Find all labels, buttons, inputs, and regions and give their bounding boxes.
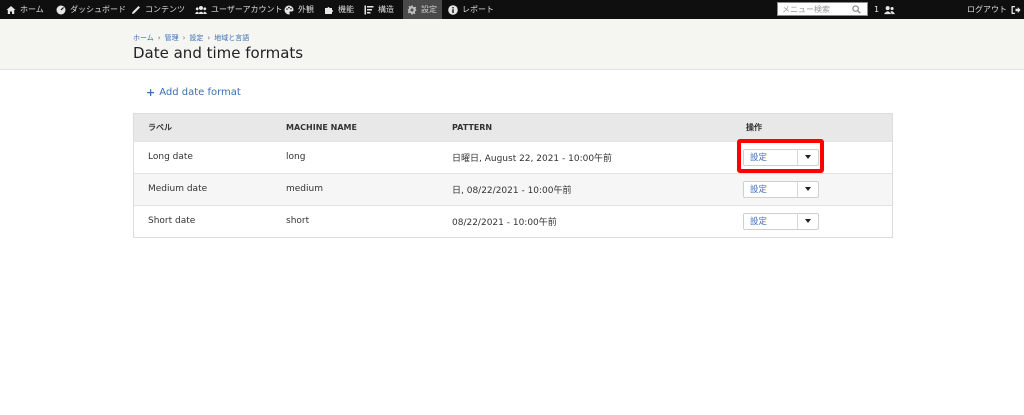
row-operations: 設定 — [732, 173, 892, 205]
operations-toggle[interactable] — [798, 214, 818, 229]
toolbar-appearance-label: 外観 — [298, 5, 314, 14]
row-machine-name: medium — [286, 184, 323, 194]
row-pattern: 日曜日, August 22, 2021 - 10:00午前 — [452, 153, 613, 164]
logout-label: ログアウト — [967, 5, 1007, 14]
caret-down-icon — [805, 219, 811, 224]
toolbar-reports-label: レポート — [462, 5, 494, 14]
page-title: Date and time formats — [133, 44, 304, 62]
toolbar-content[interactable]: コンテンツ — [127, 0, 189, 19]
row-label: Medium date — [148, 184, 208, 194]
row-label: Short date — [148, 216, 196, 227]
admin-toolbar: ホーム ダッシュボード コンテンツ ユーザーアカウント 外観 機能 構造 設定 … — [0, 0, 1024, 19]
menu-search-input[interactable] — [778, 3, 852, 15]
logout-link[interactable]: ログアウト — [963, 0, 1024, 19]
puzzle-icon — [325, 6, 333, 14]
user-group-icon — [884, 5, 896, 14]
toolbar-config-label: 設定 — [421, 5, 437, 14]
table-header-row: ラベル MACHINE NAME PATTERN 操作 — [134, 114, 892, 141]
date-formats-table: ラベル MACHINE NAME PATTERN 操作 Long date lo… — [133, 113, 893, 238]
toolbar-users[interactable]: ユーザーアカウント — [191, 0, 287, 19]
user-count[interactable]: 1 — [874, 0, 896, 19]
menu-search — [777, 2, 868, 16]
dashboard-icon — [56, 5, 66, 14]
info-icon — [448, 4, 458, 15]
gear-icon — [407, 5, 417, 14]
breadcrumb-separator-icon: › — [157, 34, 161, 42]
table-row: Short date short 08/22/2021 - 10:00午前 設定 — [134, 205, 892, 237]
configure-button[interactable]: 設定 — [744, 181, 798, 197]
add-date-format-label: Add date format — [159, 87, 241, 98]
structure-icon — [364, 5, 374, 14]
row-machine-name: short — [286, 216, 310, 227]
configure-button[interactable]: 設定 — [744, 213, 798, 229]
pencil-icon — [132, 5, 140, 14]
operations-dropbutton: 設定 — [743, 180, 819, 198]
caret-down-icon — [805, 187, 811, 191]
toolbar-content-label: コンテンツ — [145, 5, 185, 14]
plus-icon: + — [146, 86, 156, 99]
user-count-value: 1 — [874, 5, 880, 14]
column-header-machine-name: MACHINE NAME — [286, 122, 357, 132]
row-machine-name: long — [286, 152, 306, 162]
highlight-annotation — [737, 139, 824, 173]
toolbar-config[interactable]: 設定 — [403, 0, 442, 19]
palette-icon — [284, 5, 294, 14]
toolbar-structure[interactable]: 構造 — [360, 0, 398, 19]
column-header-label: ラベル — [148, 122, 172, 132]
toolbar-dashboard[interactable]: ダッシュボード — [52, 0, 130, 19]
toolbar-home[interactable]: ホーム — [2, 0, 48, 19]
breadcrumb-admin[interactable]: 管理 — [165, 33, 179, 43]
toolbar-structure-label: 構造 — [378, 5, 394, 14]
row-pattern: 08/22/2021 - 10:00午前 — [452, 217, 557, 228]
toolbar-appearance[interactable]: 外観 — [280, 0, 318, 19]
toolbar-extend[interactable]: 機能 — [320, 0, 358, 19]
logout-icon — [1011, 5, 1021, 14]
toolbar-users-label: ユーザーアカウント — [211, 5, 283, 14]
breadcrumb-separator-icon: › — [182, 34, 186, 42]
home-icon — [6, 5, 16, 14]
toolbar-reports[interactable]: レポート — [444, 0, 498, 19]
operations-dropbutton: 設定 — [743, 212, 819, 230]
row-operations: 設定 — [732, 205, 892, 237]
column-header-operations: 操作 — [746, 122, 762, 132]
page-header: ホーム › 管理 › 設定 › 地域と言語 Date and time form… — [0, 19, 1024, 70]
breadcrumb: ホーム › 管理 › 設定 › 地域と言語 — [133, 33, 249, 43]
row-pattern: 日, 08/22/2021 - 10:00午前 — [452, 185, 572, 196]
users-icon — [195, 5, 207, 14]
toolbar-dashboard-label: ダッシュボード — [70, 5, 126, 14]
breadcrumb-separator-icon: › — [207, 34, 211, 42]
search-icon[interactable] — [852, 4, 861, 14]
column-header-pattern: PATTERN — [452, 122, 493, 132]
breadcrumb-home[interactable]: ホーム — [133, 33, 154, 43]
breadcrumb-regional[interactable]: 地域と言語 — [214, 33, 249, 43]
row-label: Long date — [148, 152, 193, 162]
breadcrumb-config[interactable]: 設定 — [189, 33, 203, 43]
toolbar-home-label: ホーム — [20, 5, 44, 14]
table-row: Medium date medium 日, 08/22/2021 - 10:00… — [134, 173, 892, 205]
add-date-format-link[interactable]: + Add date format — [146, 86, 241, 99]
operations-toggle[interactable] — [798, 182, 818, 197]
toolbar-extend-label: 機能 — [338, 5, 354, 14]
